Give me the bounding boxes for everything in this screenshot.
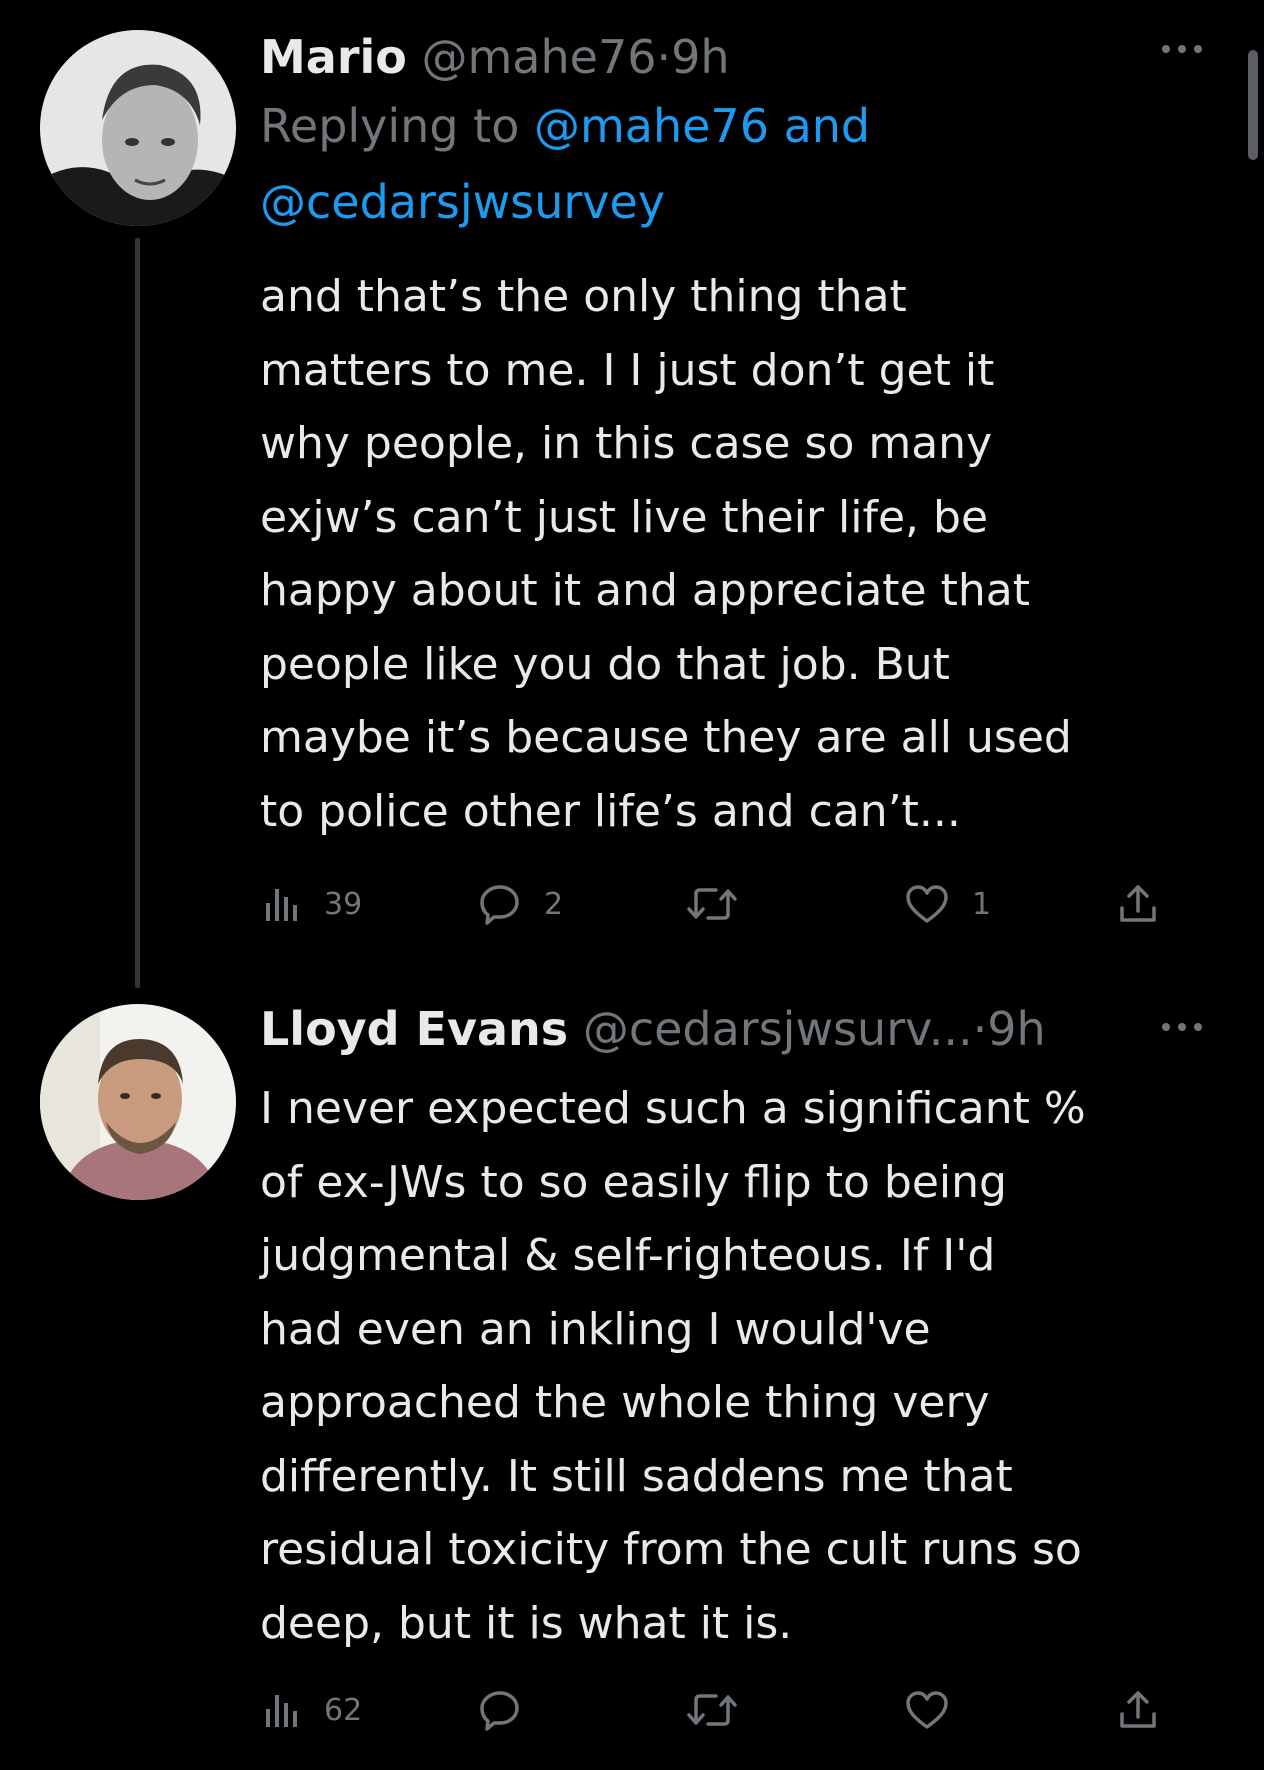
views-count: 62 <box>324 1692 363 1728</box>
text-line: approached the whole thing very <box>260 1377 990 1428</box>
text-line: to police other life’s and can’t... <box>260 785 961 837</box>
like-button[interactable]: 1 <box>904 874 991 934</box>
heart-icon <box>906 1691 948 1729</box>
retweet-icon <box>687 1694 737 1726</box>
retweet-icon <box>687 888 737 920</box>
separator-dot: · <box>656 30 672 84</box>
tweet-text: I never expected such a significant % of… <box>260 1072 1204 1660</box>
tweet-header: Mario @mahe76·9h <box>260 28 1204 86</box>
user-handle[interactable]: @cedarsjwsurv... <box>583 1002 973 1056</box>
views-icon <box>266 1695 297 1727</box>
avatar-lloyd-evans[interactable] <box>40 1004 236 1200</box>
text-line: exjw’s can’t just live their life, be <box>260 491 989 543</box>
reply-icon <box>480 1691 519 1731</box>
share-icon <box>1120 885 1156 922</box>
text-line: judgmental & self-righteous. If I'd <box>260 1230 996 1281</box>
share-button[interactable] <box>1116 874 1160 934</box>
views-icon <box>266 889 297 921</box>
display-name[interactable]: Lloyd Evans <box>260 1002 568 1056</box>
views-button[interactable]: 39 <box>260 874 362 934</box>
text-line: deep, but it is what it is. <box>260 1597 793 1649</box>
reply-button[interactable] <box>478 1680 544 1740</box>
text-line: residual toxicity from the cult runs so <box>260 1524 1082 1575</box>
text-line: had even an inkling I would've <box>260 1303 931 1355</box>
avatar-mario[interactable] <box>40 30 236 226</box>
views-button[interactable]: 62 <box>260 1680 362 1740</box>
more-dots-icon[interactable] <box>1152 1012 1212 1042</box>
reply-count: 2 <box>544 886 564 922</box>
display-name[interactable]: Mario <box>260 30 407 84</box>
text-line: happy about it and appreciate that <box>260 565 1030 616</box>
text-line: why people, in this case so many <box>260 418 993 469</box>
reply-icon <box>480 885 519 925</box>
scrollbar-thumb[interactable] <box>1248 50 1258 160</box>
heart-icon <box>906 885 948 923</box>
views-count: 39 <box>324 886 363 922</box>
tweet-text: and that’s the only thing that matters t… <box>260 260 1204 848</box>
replying-to-label: Replying to <box>260 99 520 153</box>
more-dots-icon[interactable] <box>1152 34 1212 64</box>
text-line: of ex-JWs to so easily flip to being <box>260 1156 1007 1208</box>
tweet-header: Lloyd Evans @cedarsjwsurv...·9h <box>260 1000 1204 1058</box>
retweet-button[interactable] <box>686 1680 760 1740</box>
like-button[interactable] <box>904 1680 972 1740</box>
share-icon <box>1120 1691 1156 1728</box>
thread-connector-line <box>135 238 140 988</box>
tweet-actions: 39 2 1 <box>260 874 1180 934</box>
reply-button[interactable]: 2 <box>478 874 563 934</box>
timestamp[interactable]: 9h <box>987 1002 1045 1056</box>
separator-dot: · <box>972 1002 988 1056</box>
text-line: matters to me. I I just don’t get it <box>260 344 995 396</box>
text-line: people like you do that job. But <box>260 638 950 690</box>
timestamp[interactable]: 9h <box>671 30 729 84</box>
text-line: I never expected such a significant % <box>260 1083 1086 1134</box>
text-line: differently. It still saddens me that <box>260 1450 1013 1502</box>
text-line: maybe it’s because they are all used <box>260 712 1072 763</box>
replying-to: Replying to @mahe76 and @cedarsjwsurvey <box>260 88 1204 240</box>
share-button[interactable] <box>1116 1680 1160 1740</box>
user-handle[interactable]: @mahe76 <box>422 30 657 84</box>
like-count: 1 <box>972 886 992 922</box>
retweet-button[interactable] <box>686 874 760 934</box>
tweet-actions: 62 <box>260 1680 1180 1740</box>
text-line: and that’s the only thing that <box>260 271 907 322</box>
